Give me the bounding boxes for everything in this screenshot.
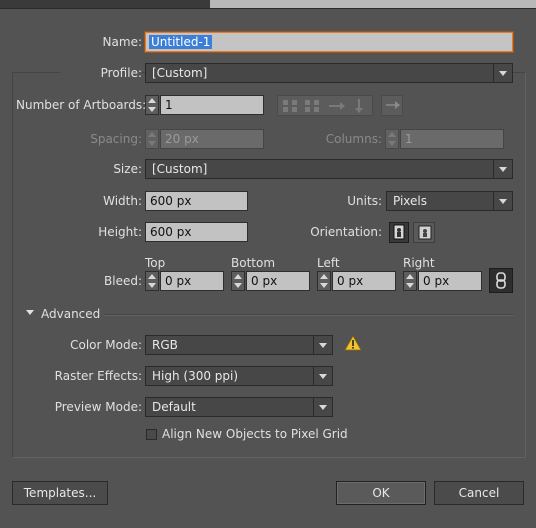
chevron-down-icon (313, 367, 332, 385)
name-input[interactable]: Untitled-1 (145, 32, 513, 52)
profile-select-value: [Custom] (152, 66, 208, 80)
disclosure-triangle-icon[interactable] (26, 310, 34, 315)
columns-input: 1 (400, 129, 504, 149)
preview-mode-label: Preview Mode: (54, 400, 142, 414)
height-label: Height: (98, 225, 142, 239)
size-select-value: [Custom] (152, 162, 208, 176)
units-select[interactable]: Pixels (386, 191, 513, 211)
width-label: Width: (103, 194, 142, 208)
spacing-label: Spacing: (90, 132, 142, 146)
color-mode-label: Color Mode: (70, 338, 142, 352)
preview-mode-select-value: Default (152, 400, 196, 414)
orientation-portrait-button[interactable] (389, 222, 409, 243)
warning-icon[interactable] (344, 335, 362, 351)
color-mode-select[interactable]: RGB (145, 335, 333, 355)
arrange-by-row-icon (328, 99, 346, 113)
units-select-value: Pixels (393, 194, 428, 208)
spacing-stepper (145, 129, 159, 149)
artboards-stepper[interactable] (145, 95, 159, 115)
units-label: Units: (347, 194, 382, 208)
bleed-right-stepper[interactable] (403, 271, 417, 291)
chevron-down-icon (493, 64, 512, 82)
advanced-divider (104, 314, 514, 316)
arrange-by-column-icon (352, 98, 366, 114)
bleed-left-stepper[interactable] (317, 271, 331, 291)
spacing-input: 20 px (160, 129, 264, 149)
profile-select[interactable]: [Custom] (145, 63, 513, 83)
artboards-input[interactable]: 1 (160, 95, 264, 115)
columns-label: Columns: (325, 132, 382, 146)
bleed-left-input[interactable]: 0 px (332, 271, 396, 291)
size-select[interactable]: [Custom] (145, 159, 513, 179)
chain-link-icon (496, 272, 506, 289)
layout-direction-button (381, 95, 403, 116)
columns-stepper (385, 129, 399, 149)
cancel-button[interactable]: Cancel (434, 481, 524, 505)
bleed-right-input[interactable]: 0 px (418, 271, 482, 291)
window-top-bar (0, 0, 536, 9)
raster-effects-select[interactable]: High (300 ppi) (145, 366, 333, 386)
grid-by-column-icon (304, 99, 320, 113)
profile-label: Profile: (60, 63, 142, 83)
size-label: Size: (113, 162, 142, 176)
chevron-down-icon (313, 336, 332, 354)
arrow-right-icon (386, 101, 400, 109)
bleed-bottom-input[interactable]: 0 px (246, 271, 310, 291)
width-input[interactable]: 600 px (145, 191, 248, 211)
portrait-icon (393, 224, 405, 240)
templates-button[interactable]: Templates... (12, 481, 108, 505)
raster-effects-select-value: High (300 ppi) (152, 369, 239, 383)
grid-by-row-icon (282, 99, 298, 113)
name-label: Name: (102, 35, 142, 49)
preview-mode-select[interactable]: Default (145, 397, 333, 417)
link-bleed-button[interactable] (489, 268, 513, 293)
bleed-label: Bleed: (104, 274, 142, 288)
name-input-value: Untitled-1 (149, 35, 213, 49)
ok-button[interactable]: OK (336, 481, 426, 505)
align-pixel-grid-checkbox[interactable] (146, 429, 157, 440)
chevron-down-icon (493, 192, 512, 210)
advanced-toggle[interactable]: Advanced (41, 307, 100, 321)
landscape-icon (418, 225, 432, 240)
bleed-right-label: Right (403, 256, 435, 270)
orientation-label: Orientation: (310, 225, 382, 239)
color-mode-select-value: RGB (152, 338, 178, 352)
window-top-bar-highlight (210, 0, 536, 8)
artboards-label: Number of Artboards: (16, 98, 147, 112)
bleed-top-input[interactable]: 0 px (160, 271, 224, 291)
raster-effects-label: Raster Effects: (54, 369, 142, 383)
bleed-top-label: Top (145, 256, 166, 270)
chevron-down-icon (313, 398, 332, 416)
chevron-down-icon (493, 160, 512, 178)
bleed-bottom-stepper[interactable] (231, 271, 245, 291)
bleed-top-stepper[interactable] (145, 271, 159, 291)
height-input[interactable]: 600 px (145, 222, 248, 242)
artboard-layout-buttons (277, 95, 373, 116)
orientation-landscape-button[interactable] (413, 222, 435, 243)
bleed-bottom-label: Bottom (231, 256, 276, 270)
align-pixel-grid-label[interactable]: Align New Objects to Pixel Grid (162, 427, 348, 441)
bleed-left-label: Left (317, 256, 340, 270)
